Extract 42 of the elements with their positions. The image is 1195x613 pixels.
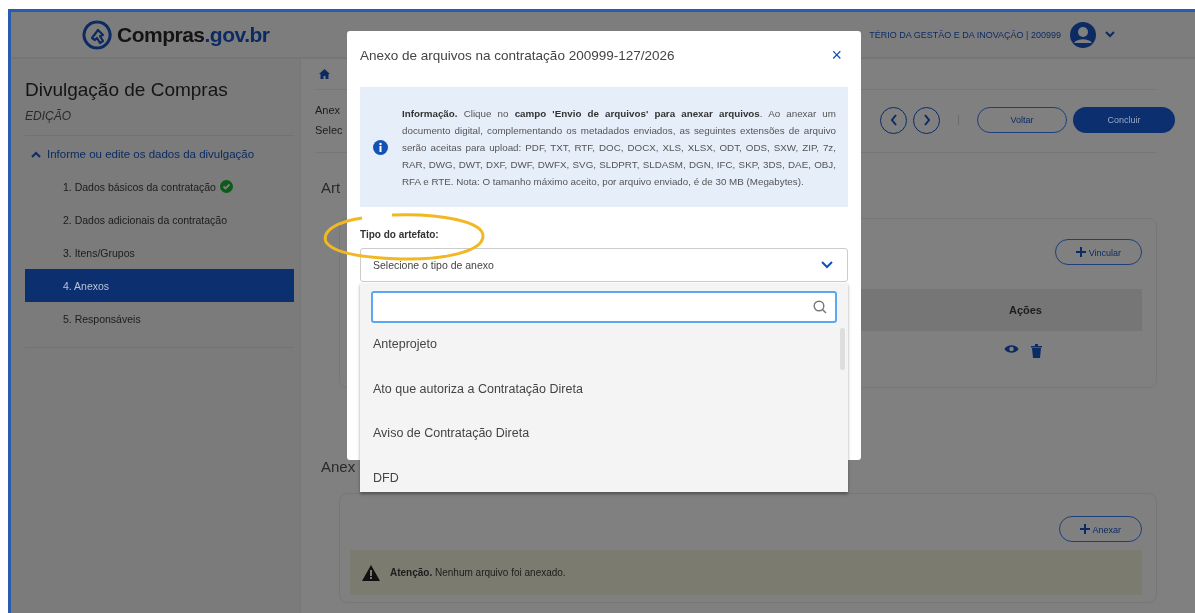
logo-icon bbox=[81, 18, 113, 51]
sidebar-item[interactable]: 3. Itens/Grupos bbox=[25, 236, 294, 269]
dropdown-option[interactable]: DFD bbox=[373, 470, 848, 492]
page-heading: Anex bbox=[315, 104, 342, 116]
dropdown-option[interactable]: Anteprojeto bbox=[373, 337, 848, 382]
modal-title: Anexo de arquivos na contratação 200999-127/2026 bbox=[360, 47, 675, 63]
dropdown-option[interactable]: Aviso de Contratação Direta bbox=[373, 426, 848, 471]
section-heading: Art bbox=[321, 179, 341, 196]
plus-icon bbox=[1076, 246, 1087, 257]
chevron-left-icon bbox=[889, 114, 898, 126]
sidebar-item[interactable]: 1. Dados básicos da contratação bbox=[25, 170, 294, 203]
section-toggle[interactable]: Informe ou edite os dados da divulgação bbox=[31, 148, 294, 160]
sidebar-item[interactable]: 2. Dados adicionais da contratação bbox=[25, 203, 294, 236]
dropdown-option[interactable]: Ato que autoriza a Contratação Direta bbox=[373, 381, 848, 426]
section-heading: Anex bbox=[321, 458, 356, 475]
finish-button[interactable]: Concluir bbox=[1073, 107, 1175, 133]
chevron-up-icon bbox=[31, 150, 41, 158]
trash-icon[interactable] bbox=[1031, 344, 1042, 358]
plus-icon bbox=[1080, 523, 1091, 534]
warning-text: Atenção. Nenhum arquivo foi anexado. bbox=[390, 567, 566, 578]
page-subtitle: EDIÇÃO bbox=[25, 109, 72, 123]
user-avatar-icon[interactable] bbox=[1069, 20, 1097, 49]
sidebar-item[interactable]: 5. Responsáveis bbox=[25, 302, 294, 335]
organization-label: TÉRIO DA GESTÃO E DA INOVAÇÃO | 200999 bbox=[869, 29, 1061, 40]
eye-icon[interactable] bbox=[1004, 344, 1019, 354]
info-text: Informação. Clique no campo 'Envio de arquivos' para anexar arquivos. Ao anexar um documento digital, complementando os metadados enviados, as seguintes extensões de arquivo serão aceitas para upload: PDF, TXT, RTF, DOC, DOCX, XLS, XLSX, ODT, ODS, SXW, ZIP, 7z, RAR, DWG, DWT, DXF, DWF, DWFX, SVG, SLDPRT, SLDASM, DGN, IFC, SKP, 3DS, DAE, OBJ, RFA e RTE. Nota: O tamanho máximo aceito, por arquivo enviado, é de 30 MB (Megabytes). bbox=[402, 106, 836, 189]
chevron-down-icon bbox=[821, 261, 833, 269]
home-icon[interactable] bbox=[319, 69, 330, 79]
info-icon bbox=[373, 139, 388, 155]
chevron-right-icon bbox=[922, 114, 931, 126]
page-description: Selec bbox=[315, 124, 343, 136]
search-field[interactable] bbox=[371, 291, 837, 323]
page-title: Divulgação de Compras bbox=[25, 79, 229, 101]
column-header: Ações bbox=[1008, 304, 1042, 316]
type-select[interactable]: Selecione o tipo de anexo bbox=[360, 248, 848, 282]
search-icon bbox=[813, 300, 827, 314]
close-button[interactable]: × bbox=[825, 44, 848, 66]
logo-text: Compras.gov.br bbox=[117, 22, 270, 47]
sidebar-item[interactable]: 4. Anexos bbox=[25, 269, 294, 302]
field-label: Tipo do artefato: bbox=[360, 229, 439, 240]
warning-icon bbox=[362, 564, 380, 581]
chevron-down-icon[interactable] bbox=[1105, 31, 1115, 38]
